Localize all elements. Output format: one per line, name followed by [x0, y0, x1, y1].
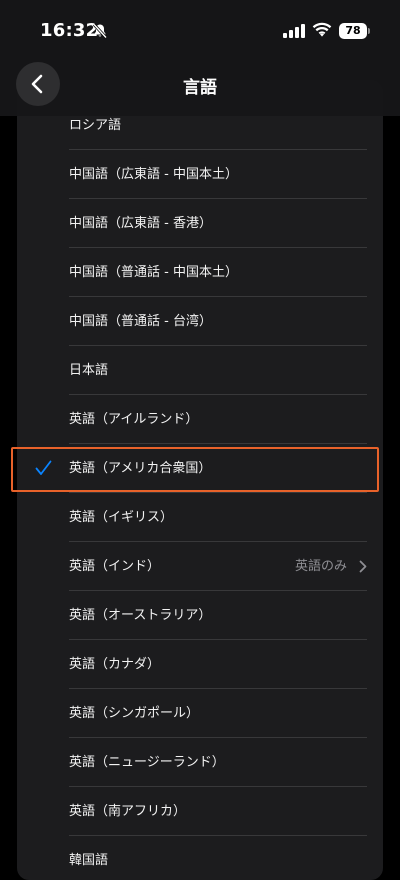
language-row[interactable]: 英語（カナダ）: [17, 640, 383, 689]
language-row[interactable]: 中国語（広東語 - 香港）: [17, 199, 383, 248]
language-label: 英語（カナダ）: [69, 657, 161, 672]
language-row[interactable]: 日本語: [17, 346, 383, 395]
chevron-right-icon: [359, 560, 367, 573]
language-label: 英語（インド）: [69, 559, 161, 574]
language-row[interactable]: 韓国語: [17, 836, 383, 880]
language-row[interactable]: 英語（南アフリカ）: [17, 787, 383, 836]
bell-slash-icon: [92, 23, 108, 39]
language-row[interactable]: 英語（イギリス）: [17, 493, 383, 542]
language-label: 中国語（広東語 - 香港）: [69, 216, 212, 231]
language-row[interactable]: 英語（ニュージーランド）: [17, 738, 383, 787]
language-row[interactable]: 英語（シンガポール）: [17, 689, 383, 738]
language-row[interactable]: 英語（アイルランド）: [17, 395, 383, 444]
chevron-left-icon: [31, 74, 43, 94]
language-label: 中国語（普通話 - 中国本土）: [69, 265, 238, 280]
language-label: 中国語（普通話 - 台湾）: [69, 314, 212, 329]
language-row[interactable]: 中国語（普通話 - 台湾）: [17, 297, 383, 346]
language-label: 英語（シンガポール）: [69, 706, 200, 721]
language-label: 英語（アイルランド）: [69, 412, 199, 427]
selection-highlight-box: [11, 447, 379, 492]
language-row[interactable]: 英語（オーストラリア）: [17, 591, 383, 640]
language-row[interactable]: 中国語（普通話 - 中国本土）: [17, 248, 383, 297]
language-detail: 英語のみ: [294, 559, 347, 574]
language-label: 英語（南アフリカ）: [69, 804, 187, 819]
wifi-icon: [312, 22, 332, 37]
language-label: 日本語: [69, 363, 109, 378]
language-label: 英語（ニュージーランド）: [69, 755, 225, 770]
battery-icon: 78: [339, 23, 367, 39]
language-label: 英語（イギリス）: [69, 510, 174, 525]
language-label: 韓国語: [69, 853, 109, 868]
back-button[interactable]: [16, 62, 60, 106]
language-label: 中国語（広東語 - 中国本土）: [69, 167, 238, 182]
language-label: 英語（オーストラリア）: [69, 608, 212, 623]
status-bar: 16:32 78: [0, 0, 400, 60]
status-time: 16:32: [40, 20, 99, 41]
page-title: 言語: [183, 78, 217, 98]
language-row[interactable]: 英語（インド） 英語のみ: [17, 542, 383, 591]
cellular-signal-icon: [283, 24, 305, 38]
battery-tip: [368, 28, 370, 34]
language-row[interactable]: 中国語（広東語 - 中国本土）: [17, 150, 383, 199]
